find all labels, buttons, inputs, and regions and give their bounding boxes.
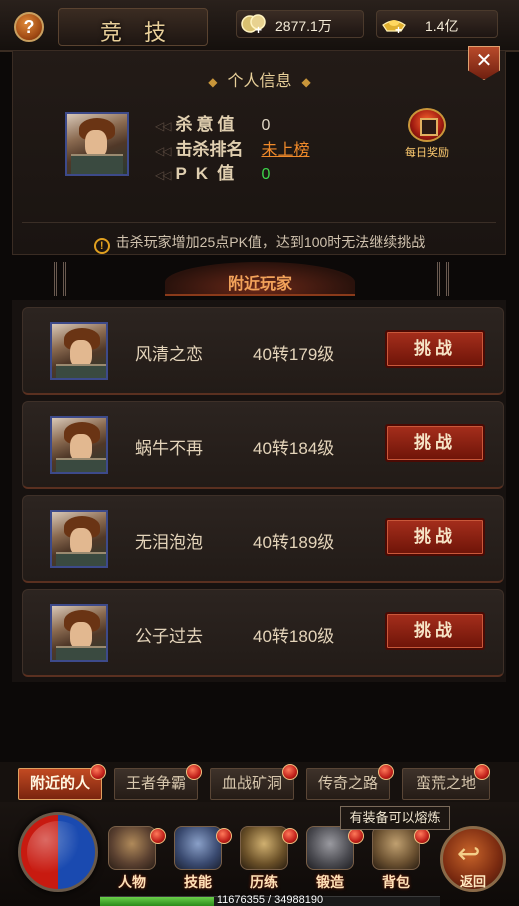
- section-title-label: 个人信息: [227, 73, 292, 90]
- player-level: 40转184级: [253, 439, 335, 458]
- stat-label: 击杀排名: [175, 140, 244, 159]
- add-coin-icon[interactable]: +: [255, 23, 262, 37]
- nearby-player-list: 风清之恋 40转179级 挑战 蜗牛不再 40转184级 挑战 无泪泡泡 40转…: [12, 300, 506, 682]
- daily-reward-button[interactable]: 每日奖励: [392, 108, 462, 166]
- warning-text: 击杀玩家增加25点PK值，达到100时无法继续挑战: [115, 234, 426, 250]
- gold-ingot-counter[interactable]: + 1.4亿: [376, 10, 498, 38]
- menu-label: 锻造: [316, 874, 344, 890]
- player-row: 公子过去 40转180级 挑战: [22, 589, 504, 677]
- player-avatar[interactable]: [50, 604, 108, 662]
- player-avatar[interactable]: [50, 416, 108, 474]
- stat-row-kill-intent: ◁◁ 杀意值 0: [155, 110, 270, 135]
- stat-label: 杀意值: [175, 115, 239, 134]
- anvil-icon: [306, 826, 354, 870]
- diamond-ornament-icon: ◆: [208, 75, 218, 89]
- coin-value: 2877.1万: [275, 18, 332, 34]
- title-plate: 竞技: [58, 8, 208, 46]
- help-button[interactable]: ?: [14, 12, 44, 42]
- player-name: 风清之恋: [135, 345, 203, 364]
- notification-dot-icon: [90, 764, 106, 780]
- hp-mp-orb: [18, 812, 98, 892]
- xp-text: 11676355 / 34988190: [216, 894, 324, 906]
- back-button[interactable]: ↩ 返回: [440, 826, 506, 892]
- nearby-players-title: 附近玩家: [227, 276, 292, 293]
- armor-icon: [240, 826, 288, 870]
- bag-icon: [372, 826, 420, 870]
- skill-book-icon: [174, 826, 222, 870]
- player-level: 40转180级: [253, 627, 335, 646]
- notification-dot-icon: [186, 764, 202, 780]
- stat-value: 0: [261, 166, 271, 183]
- notification-dot-icon: [150, 828, 166, 844]
- stat-label: PK值: [175, 164, 244, 183]
- menu-label: 人物: [118, 874, 146, 890]
- stat-row-kill-rank: ◁◁ 击杀排名 未上榜: [155, 135, 309, 160]
- stat-row-pk: ◁◁ PK值 0: [155, 159, 270, 184]
- menu-label: 技能: [184, 874, 212, 890]
- player-row: 风清之恋 40转179级 挑战: [22, 307, 504, 395]
- player-avatar[interactable]: [50, 322, 108, 380]
- daily-reward-label: 每日奖励: [405, 147, 449, 159]
- arrow-icon: ◁◁: [155, 119, 172, 133]
- notification-dot-icon: [378, 764, 394, 780]
- player-name: 公子过去: [135, 627, 203, 646]
- kill-rank-link[interactable]: 未上榜: [261, 142, 309, 159]
- my-avatar: [65, 112, 129, 176]
- coin-counter[interactable]: + 2877.1万: [236, 10, 364, 38]
- notification-dot-icon: [282, 764, 298, 780]
- stat-value: 0: [261, 117, 271, 134]
- notification-dot-icon: [348, 828, 364, 844]
- chain-ornament: [437, 262, 449, 296]
- helmet-icon: [108, 826, 156, 870]
- section-title: ◆ 个人信息 ◆: [0, 67, 519, 91]
- divider: [22, 222, 496, 223]
- add-gold-icon[interactable]: +: [395, 23, 402, 37]
- player-avatar[interactable]: [50, 510, 108, 568]
- player-row: 无泪泡泡 40转189级 挑战: [22, 495, 504, 583]
- gift-icon: [408, 108, 446, 142]
- challenge-button[interactable]: 挑战: [385, 424, 485, 462]
- challenge-button[interactable]: 挑战: [385, 612, 485, 650]
- diamond-ornament-icon: ◆: [301, 75, 311, 89]
- pk-warning: ! 击杀玩家增加25点PK值，达到100时无法继续挑战: [0, 232, 519, 254]
- gold-ingot-icon: [382, 20, 406, 32]
- arrow-icon: ◁◁: [155, 168, 172, 182]
- arrow-icon: ◁◁: [155, 144, 172, 158]
- notification-dot-icon: [216, 828, 232, 844]
- back-label: 返回: [459, 874, 486, 889]
- player-row: 蜗牛不再 40转184级 挑战: [22, 401, 504, 489]
- smelt-tooltip: 有装备可以熔炼: [340, 806, 450, 830]
- page-title: 竞技: [99, 21, 188, 46]
- coin-icon: [241, 14, 266, 33]
- player-name: 无泪泡泡: [135, 533, 203, 552]
- menu-label: 历练: [250, 874, 278, 890]
- notification-dot-icon: [282, 828, 298, 844]
- warning-icon: !: [93, 238, 110, 254]
- gold-value: 1.4亿: [425, 18, 459, 34]
- menu-label: 背包: [382, 874, 410, 890]
- challenge-button[interactable]: 挑战: [385, 330, 485, 368]
- player-level: 40转179级: [253, 345, 335, 364]
- notification-dot-icon: [474, 764, 490, 780]
- notification-dot-icon: [414, 828, 430, 844]
- player-name: 蜗牛不再: [135, 439, 203, 458]
- chain-ornament: [54, 262, 66, 296]
- challenge-button[interactable]: 挑战: [385, 518, 485, 556]
- player-level: 40转189级: [253, 533, 335, 552]
- back-arrow-icon: ↩: [457, 838, 481, 869]
